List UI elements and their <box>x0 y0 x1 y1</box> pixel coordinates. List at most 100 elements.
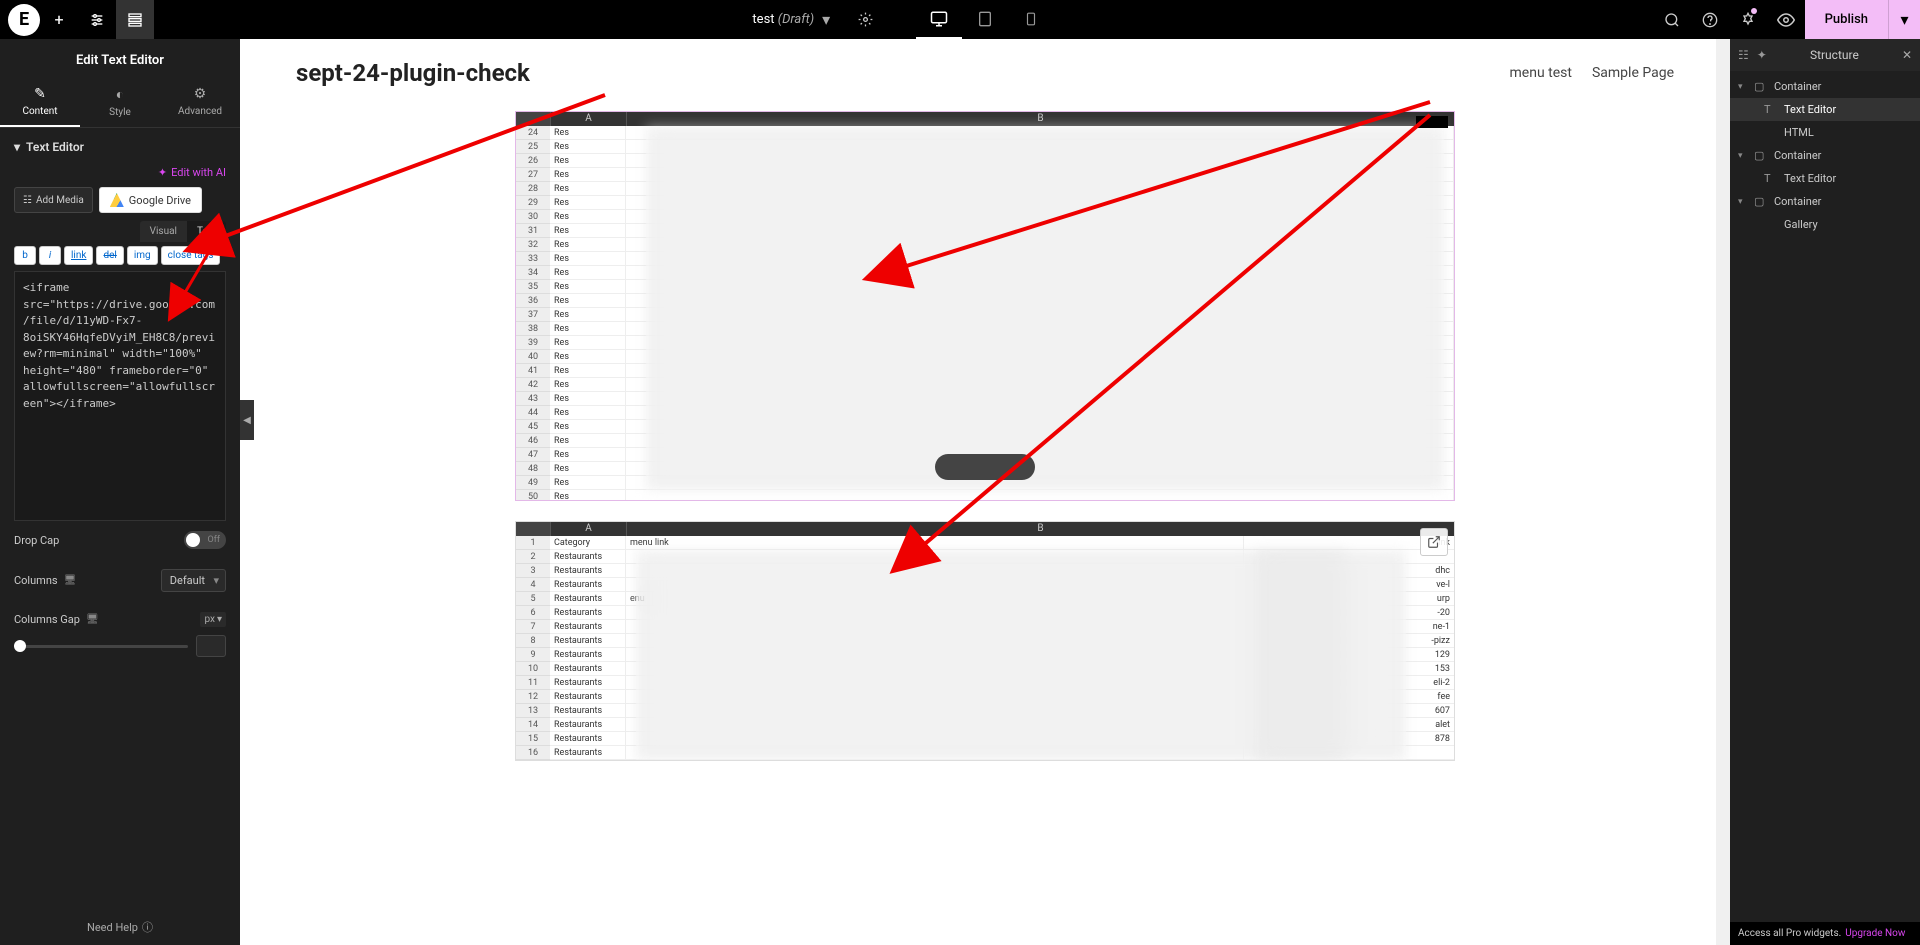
tree-item-container[interactable]: ▾▢Container <box>1730 144 1920 167</box>
tab-style[interactable]: ◐ Style <box>80 78 160 127</box>
row-number: 25 <box>516 140 550 154</box>
pencil-icon: ✎ <box>34 86 46 102</box>
row-number: 6 <box>516 606 550 620</box>
google-drive-button[interactable]: Google Drive <box>99 187 202 213</box>
upgrade-now-link[interactable]: Upgrade Now <box>1845 928 1905 939</box>
tree-item-container[interactable]: ▾▢Container <box>1730 190 1920 213</box>
sheet2-header: A B <box>516 522 1454 536</box>
need-help-link[interactable]: Need Help ⓘ <box>0 909 240 945</box>
device-desktop-button[interactable] <box>916 0 962 39</box>
section-text-editor[interactable]: ▾ Text Editor <box>0 128 240 166</box>
link-sample-page[interactable]: Sample Page <box>1592 65 1674 81</box>
site-settings-button[interactable] <box>78 0 116 39</box>
media-buttons-row: ☷ Add Media Google Drive <box>0 187 240 221</box>
row-number: 32 <box>516 238 550 252</box>
canvas-scrollbar[interactable] <box>1716 39 1730 945</box>
document-title[interactable]: test (Draft) <box>752 12 814 27</box>
contrast-icon: ◐ <box>116 86 124 103</box>
finder-search-button[interactable] <box>1653 0 1691 39</box>
add-element-button[interactable]: + <box>40 0 78 39</box>
row-number: 4 <box>516 578 550 592</box>
columns-select[interactable]: Default <box>161 569 226 592</box>
add-media-button[interactable]: ☷ Add Media <box>14 187 93 213</box>
popout-button[interactable] <box>1420 528 1448 556</box>
columns-gap-slider[interactable] <box>14 645 188 648</box>
row-number: 49 <box>516 476 550 490</box>
tree-item-gallery[interactable]: Gallery <box>1730 213 1920 236</box>
tool-img[interactable]: img <box>127 246 158 265</box>
tree-item-container[interactable]: ▾▢Container <box>1730 75 1920 98</box>
tool-closetags[interactable]: close tags <box>161 246 221 265</box>
row-number: 30 <box>516 210 550 224</box>
tool-link[interactable]: link <box>64 246 93 265</box>
row-number: 41 <box>516 364 550 378</box>
navigator-panel: ☷ ✦ Structure ✕ ▾▢ContainerTText EditorH… <box>1730 39 1920 945</box>
row-number: 37 <box>516 308 550 322</box>
cell: Restaurants <box>550 592 626 605</box>
row-number: 44 <box>516 406 550 420</box>
panel-collapse-toggle[interactable]: ◀ <box>240 400 254 440</box>
navigator-icon[interactable]: ☷ <box>1738 48 1749 62</box>
sheet2-blur-left <box>636 550 1346 760</box>
topbar: E + test (Draft) ▾ <box>0 0 1920 39</box>
need-help-label: Need Help <box>87 921 138 934</box>
section-label: Text Editor <box>26 140 84 154</box>
tree-item-text-editor[interactable]: TText Editor <box>1730 98 1920 121</box>
element-icon: ▢ <box>1754 80 1768 93</box>
cell: Res <box>550 448 626 461</box>
structure-toggle-button[interactable] <box>116 0 154 39</box>
code-textarea[interactable] <box>14 271 226 521</box>
row-number: 43 <box>516 392 550 406</box>
tab-content[interactable]: ✎ Content <box>0 78 80 127</box>
tool-del[interactable]: del <box>96 246 123 265</box>
sparkle-icon[interactable]: ✦ <box>1757 48 1767 62</box>
desktop-icon: 🖥 <box>64 575 77 586</box>
edit-with-ai-button[interactable]: ✦ Edit with AI <box>0 166 240 187</box>
tree-item-text-editor[interactable]: TText Editor <box>1730 167 1920 190</box>
elementor-logo[interactable]: E <box>8 4 40 36</box>
publish-options-button[interactable]: ▾ <box>1888 0 1920 39</box>
tree-item-html[interactable]: HTML <box>1730 121 1920 144</box>
columns-gap-value-input[interactable] <box>196 635 226 657</box>
table-row: Res <box>550 490 1454 501</box>
pro-text: Access all Pro widgets. <box>1738 928 1841 939</box>
row-number: 40 <box>516 350 550 364</box>
row-number: 45 <box>516 420 550 434</box>
row-number: 3 <box>516 564 550 578</box>
cell: Restaurants <box>550 620 626 633</box>
add-media-label: Add Media <box>36 195 84 206</box>
row-number: 5 <box>516 592 550 606</box>
cell: Restaurants <box>550 690 626 703</box>
columns-gap-unit[interactable]: px ▾ <box>200 612 226 627</box>
embedded-sheet-1[interactable]: A B 242526272829303132333435363738394041… <box>515 111 1455 501</box>
navigator-close-button[interactable]: ✕ <box>1902 48 1912 62</box>
device-mobile-button[interactable] <box>1008 0 1054 39</box>
doc-title-status: (Draft) <box>778 12 814 27</box>
sheet1-col-a: A <box>550 112 626 126</box>
embedded-sheet-2[interactable]: A B 12345678910111213141516 Categorymenu… <box>515 521 1455 761</box>
help-icon[interactable] <box>1691 0 1729 39</box>
row-number: 29 <box>516 196 550 210</box>
preview-button[interactable] <box>1767 0 1805 39</box>
help-circle-icon: ⓘ <box>142 919 153 935</box>
editor-tab-text[interactable]: Text <box>187 221 226 242</box>
row-number: 28 <box>516 182 550 196</box>
notifications-button[interactable] <box>1729 0 1767 39</box>
gear-icon: ⚙ <box>194 86 207 102</box>
drop-cap-switch[interactable]: Off <box>184 531 226 549</box>
tool-italic[interactable]: i <box>39 246 61 265</box>
row-number: 50 <box>516 490 550 501</box>
editor-tab-visual[interactable]: Visual <box>140 221 187 242</box>
tab-advanced[interactable]: ⚙ Advanced <box>160 78 240 127</box>
row-number: 34 <box>516 266 550 280</box>
device-tablet-button[interactable] <box>962 0 1008 39</box>
doc-title-caret-icon[interactable]: ▾ <box>822 10 830 29</box>
columns-row: Columns 🖥 Default <box>0 559 240 602</box>
page-settings-button[interactable] <box>846 0 884 39</box>
sheet1-blur <box>646 126 1444 490</box>
tool-bold[interactable]: b <box>14 246 36 265</box>
cell: Res <box>550 490 626 501</box>
link-menu-test[interactable]: menu test <box>1510 65 1572 81</box>
row-number: 9 <box>516 648 550 662</box>
publish-button[interactable]: Publish <box>1805 0 1888 39</box>
